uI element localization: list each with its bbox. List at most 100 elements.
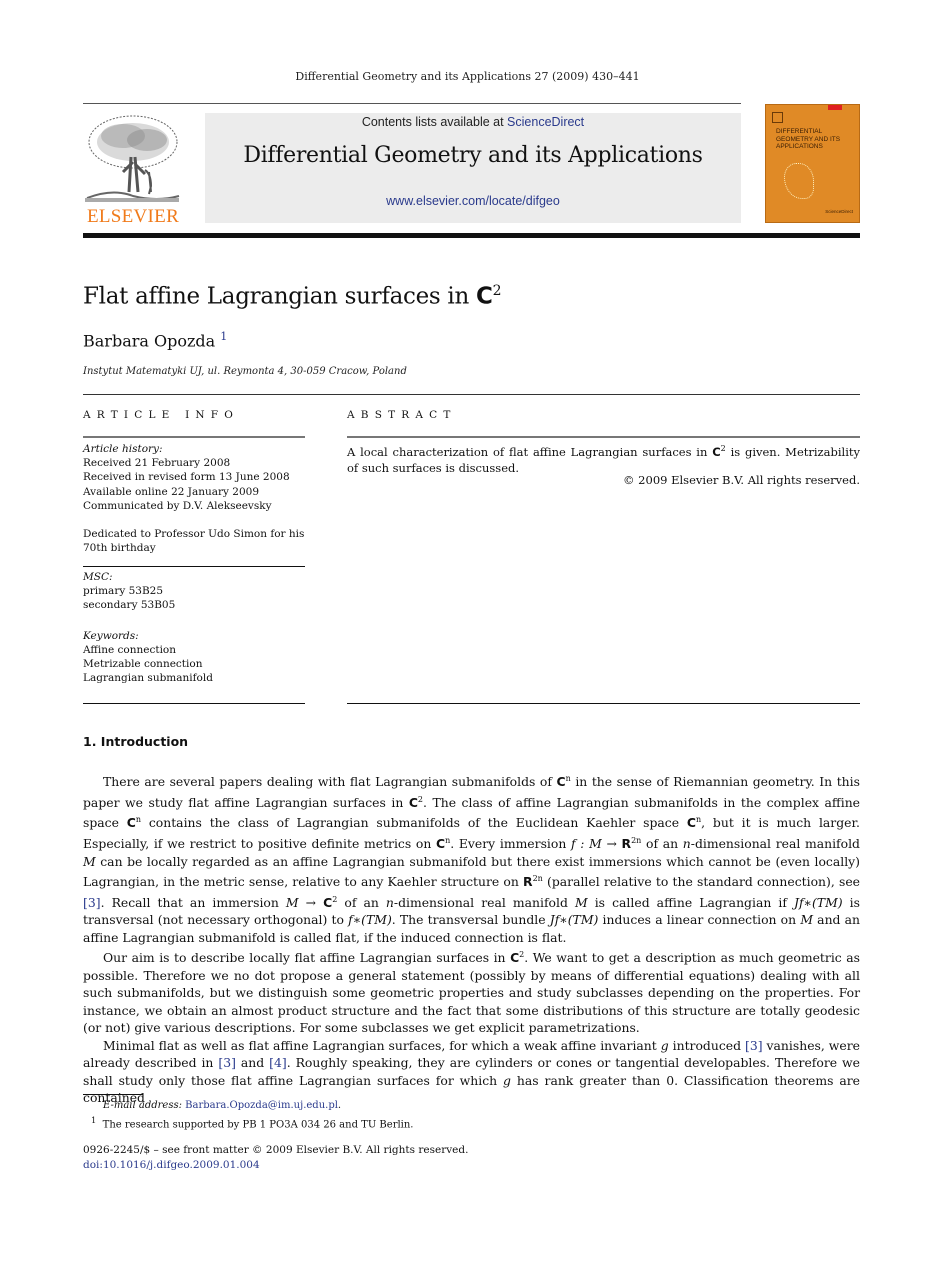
article-history: Article history: Received 21 February 20… [83, 443, 305, 555]
dedication-line-2: 70th birthday [83, 542, 156, 555]
cover-elsevier-icon [772, 112, 783, 123]
msc-rule [83, 566, 305, 567]
keyword: Metrizable connection [83, 658, 203, 671]
text-run: . The transversal bundle [391, 912, 550, 928]
history-communicated: Communicated by D.V. Alekseevsky [83, 499, 272, 512]
math-inline: M [574, 894, 588, 910]
math-inline: g [660, 1037, 669, 1053]
citation-link[interactable]: [3] [745, 1038, 763, 1053]
math-symbol: R [523, 874, 533, 890]
math-inline: Jf∗(TM) [794, 894, 843, 910]
paragraph-1: There are several papers dealing with fl… [83, 770, 860, 946]
text-run: contains the class of Lagrangian submani… [141, 815, 687, 831]
footnote-1: 1 The research supported by PB 1 PO3A 03… [91, 1115, 414, 1131]
keyword: Affine connection [83, 643, 177, 656]
text-run: is called affine Lagrangian if [587, 894, 794, 910]
text-run: of an [641, 836, 683, 851]
journal-banner: Contents lists available at ScienceDirec… [205, 113, 741, 223]
keyword: Lagrangian submanifold [83, 672, 213, 685]
article-info-bottom-rule [83, 703, 305, 704]
contents-prefix: Contents lists available at [361, 115, 508, 129]
affiliation: Instytut Matematyki UJ, ul. Reymonta 4, … [83, 366, 407, 377]
journal-url-link[interactable]: www.elsevier.com/locate/difgeo [205, 194, 741, 208]
math-symbol: C [510, 950, 520, 966]
math-superscript: 2n [631, 835, 642, 845]
running-head: Differential Geometry and its Applicatio… [295, 70, 640, 83]
math-inline: M → [285, 894, 324, 910]
math-symbol: C [323, 894, 333, 910]
footnote-email: E-mail address: Barbara.Opozda@im.uj.edu… [103, 1100, 342, 1111]
cover-red-mark [828, 105, 842, 110]
math-symbol: C [556, 774, 566, 790]
math-inline: n [682, 836, 691, 851]
footnote-rule [83, 1094, 143, 1095]
text-run: There are several papers dealing with fl… [103, 774, 557, 790]
elsevier-tree-icon [85, 115, 180, 202]
math-superscript: 2n [532, 874, 543, 883]
text-run: and [235, 1055, 270, 1071]
abstract-heading: ABSTRACT [347, 409, 457, 421]
text-run: . Every immersion [450, 836, 572, 851]
header-rule [83, 103, 741, 104]
msc-primary: primary 53B25 [83, 585, 164, 598]
author-name: Barbara Opozda 1 [83, 330, 228, 351]
journal-title: Differential Geometry and its Applicatio… [243, 143, 703, 168]
math-inline: n [385, 894, 394, 910]
math-inline: M [83, 853, 96, 869]
text-run: introduced [668, 1037, 746, 1053]
elsevier-logo: ELSEVIER [83, 112, 183, 227]
header-thick-rule [83, 233, 860, 238]
article-info-rule [83, 436, 305, 438]
contents-line: Contents lists available at ScienceDirec… [205, 115, 741, 129]
elsevier-wordmark: ELSEVIER [86, 206, 180, 227]
history-revised: Received in revised form 13 June 2008 [83, 471, 290, 484]
sciencedirect-link[interactable]: ScienceDirect [507, 115, 584, 129]
math-inline: f∗(TM) [348, 912, 392, 928]
text-run: (parallel relative to the standard conne… [542, 874, 861, 890]
author-footnote-link[interactable]: 1 [220, 330, 227, 343]
cover-illustration [784, 163, 814, 199]
article-info-heading: ARTICLE INFO [83, 409, 240, 421]
title-rule [83, 394, 860, 395]
text-run: of an [337, 894, 386, 910]
text-run: . Recall that an immersion [100, 894, 286, 910]
math-inline: f : M → [571, 836, 622, 851]
text-run: induces a linear connection on [598, 912, 801, 928]
doi-link[interactable]: doi:10.1016/j.difgeo.2009.01.004 [83, 1158, 468, 1173]
math-symbol: C [436, 836, 446, 851]
math-inline: Jf∗(TM) [549, 912, 599, 928]
section-heading-introduction: 1. Introduction [83, 734, 189, 749]
abstract-text: A local characterization of flat affine … [347, 444, 860, 475]
math-inline: g [503, 1072, 511, 1088]
math-symbol: C [126, 815, 136, 831]
text-run: Our aim is to describe locally flat affi… [103, 950, 511, 966]
front-matter: 0926-2245/$ – see front matter © 2009 El… [83, 1143, 468, 1172]
history-online: Available online 22 January 2009 [83, 485, 260, 498]
text-run: -dimensional real manifold [393, 894, 575, 910]
dedication-line-1: Dedicated to Professor Udo Simon for his [83, 528, 305, 541]
text-run: -dimensional real manifold [690, 836, 860, 851]
cover-title: DIFFERENTIAL GEOMETRY AND ITS APPLICATIO… [776, 128, 841, 150]
paragraph-2: Our aim is to describe locally flat affi… [83, 946, 860, 1037]
cover-footer: ScienceDirect [825, 209, 853, 214]
journal-cover-image: DIFFERENTIAL GEOMETRY AND ITS APPLICATIO… [765, 104, 860, 223]
paragraph-3: Minimal flat as well as flat affine Lagr… [83, 1037, 860, 1107]
math-symbol: C [686, 815, 696, 831]
msc-secondary: secondary 53B05 [83, 599, 176, 612]
abstract-bottom-rule [347, 703, 860, 704]
text-run: Minimal flat as well as flat affine Lagr… [103, 1037, 661, 1053]
issn-line: 0926-2245/$ – see front matter © 2009 El… [83, 1144, 469, 1156]
citation-link[interactable]: [3] [218, 1055, 236, 1070]
article-title: Flat affine Lagrangian surfaces in C2 [83, 283, 502, 310]
citation-link[interactable]: [3] [83, 895, 101, 910]
math-symbol: R [621, 836, 632, 851]
body-text: There are several papers dealing with fl… [83, 770, 860, 1107]
msc-block: MSC: primary 53B25 secondary 53B05 Keywo… [83, 570, 305, 685]
math-inline: M [800, 912, 813, 928]
history-received: Received 21 February 2008 [83, 457, 231, 470]
email-link[interactable]: Barbara.Opozda@im.uj.edu.pl [185, 1100, 338, 1111]
citation-link[interactable]: [4] [269, 1055, 287, 1070]
abstract-rule [347, 436, 860, 438]
math-symbol: C [408, 794, 418, 810]
abstract-copyright: © 2009 Elsevier B.V. All rights reserved… [623, 473, 860, 487]
